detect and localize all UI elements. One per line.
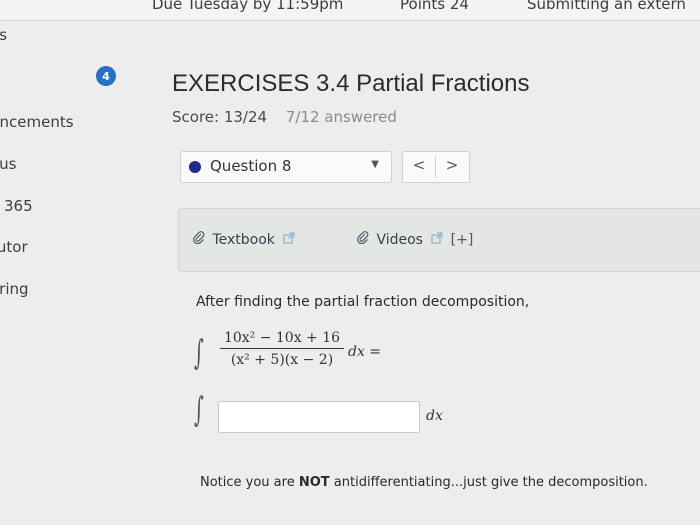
question-select[interactable]: Question 8 ▼: [180, 151, 392, 183]
answered-count: 7/12 answered: [285, 108, 397, 126]
fraction-numerator: 10x² − 10x + 16: [220, 330, 344, 349]
textbook-link[interactable]: Textbook: [193, 231, 295, 248]
external-link-icon: [279, 232, 295, 247]
sidebar-item-tutor[interactable]: Tutor: [0, 238, 28, 256]
answer-integral-sign: ∫: [194, 390, 204, 430]
sidebar-item-office-365[interactable]: e 365: [0, 197, 33, 215]
paperclip-icon: [193, 231, 209, 248]
differential: dx =: [348, 344, 382, 360]
textbook-label: Textbook: [212, 232, 275, 248]
sidebar-item-announcements[interactable]: uncements: [0, 113, 74, 131]
question-select-label: Question 8: [210, 157, 292, 175]
notification-badge: 4: [96, 66, 116, 86]
previous-question-button[interactable]: <: [403, 156, 436, 178]
page-title: EXERCISES 3.4 Partial Fractions: [172, 70, 530, 97]
integrand-fraction: 10x² − 10x + 16 (x² + 5)(x − 2): [220, 330, 344, 368]
sidebar-item-8[interactable]: oring: [0, 280, 29, 298]
videos-label: Videos: [376, 232, 423, 248]
fraction-denominator: (x² + 5)(x − 2): [230, 352, 334, 368]
points: Points 24: [400, 0, 469, 13]
question-nav: < >: [402, 151, 470, 183]
question-prompt: After finding the partial fraction decom…: [196, 294, 530, 310]
resources-panel: Textbook Videos [+]: [178, 208, 700, 272]
next-question-button[interactable]: >: [436, 156, 468, 174]
integral-sign: ∫: [194, 333, 204, 373]
paperclip-icon: [357, 231, 373, 248]
due-date: Due Tuesday by 11:59pm: [152, 0, 344, 13]
answer-differential: dx: [426, 408, 443, 424]
score-line: Score: 13/24 7/12 answered: [172, 108, 397, 126]
caret-down-icon: ▼: [371, 159, 379, 170]
videos-link[interactable]: Videos [+]: [357, 231, 473, 248]
sidebar-item-4[interactable]: ous: [0, 155, 17, 173]
answer-input[interactable]: [218, 401, 420, 433]
instruction-note: Notice you are NOT antidifferentiating..…: [200, 475, 648, 490]
sidebar-item-1[interactable]: es: [0, 26, 7, 44]
course-sidebar: es s uncements ous e 365 Tutor oring: [0, 20, 140, 525]
assignment-content: EXERCISES 3.4 Partial Fractions Score: 1…: [140, 20, 700, 525]
score-value: Score: 13/24: [172, 108, 268, 126]
external-link-icon: [427, 232, 447, 247]
submitting-status: Submitting an extern: [527, 0, 686, 13]
question-status-dot: [189, 161, 201, 173]
assignment-header-bar: Due Tuesday by 11:59pm Points 24 Submitt…: [0, 0, 700, 21]
expand-videos-button[interactable]: [+]: [451, 232, 474, 248]
